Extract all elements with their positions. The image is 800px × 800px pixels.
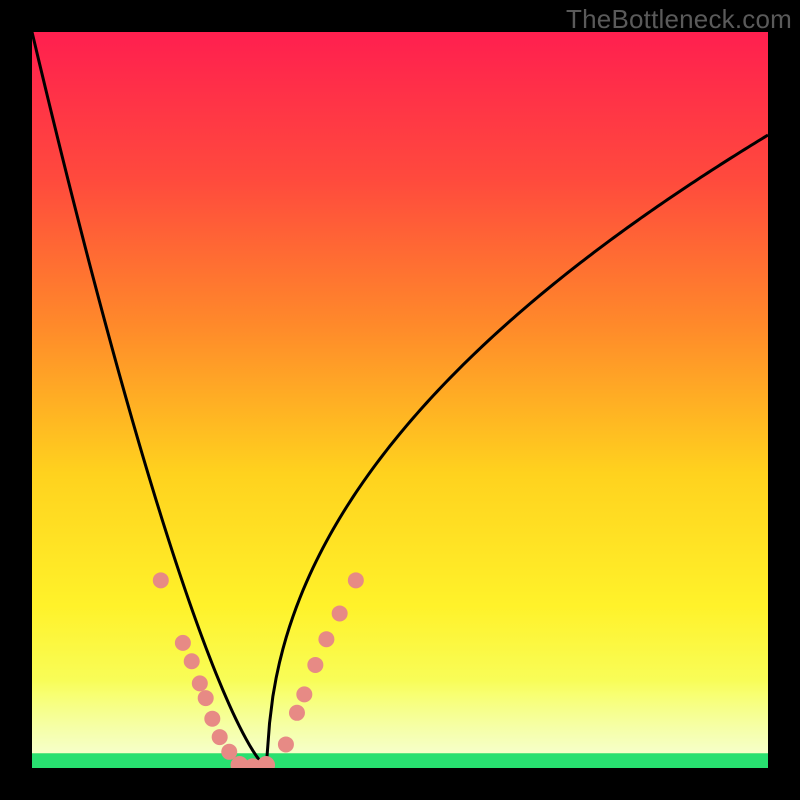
marker-dot — [198, 690, 214, 706]
chart-svg — [32, 32, 768, 768]
marker-dot — [212, 729, 228, 745]
marker-dot — [184, 653, 200, 669]
marker-dot — [307, 657, 323, 673]
marker-dot — [332, 605, 348, 621]
glow-band — [32, 680, 768, 754]
watermark-text: TheBottleneck.com — [566, 4, 792, 35]
bottom-band — [32, 753, 768, 768]
plot-area — [32, 32, 768, 768]
marker-dot — [204, 711, 220, 727]
chart-frame: TheBottleneck.com — [0, 0, 800, 800]
marker-dot — [278, 736, 294, 752]
marker-dot — [296, 686, 312, 702]
marker-dot — [175, 635, 191, 651]
marker-dot — [348, 572, 364, 588]
marker-dot — [192, 675, 208, 691]
marker-dot — [153, 572, 169, 588]
marker-dot — [318, 631, 334, 647]
gradient-bg — [32, 32, 768, 768]
marker-dot — [289, 705, 305, 721]
